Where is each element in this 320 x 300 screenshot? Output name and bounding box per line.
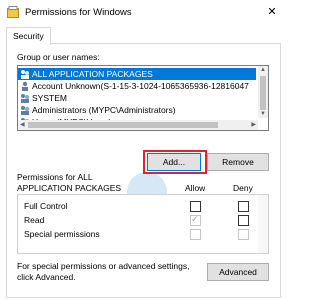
scrollbar-thumb[interactable] — [260, 76, 266, 110]
folder-icon — [7, 6, 19, 18]
close-button[interactable]: ✕ — [264, 5, 280, 19]
window-title: Permissions for Windows — [25, 7, 132, 18]
scroll-right-icon[interactable]: ▶ — [251, 121, 256, 128]
permission-name: Read — [24, 215, 45, 225]
advanced-button[interactable]: Advanced — [207, 263, 269, 281]
checkmark-icon: ✓ — [191, 214, 199, 224]
permissions-label-line1: Permissions for ALL — [17, 172, 93, 182]
horizontal-scrollbar[interactable]: ◀ ▶ — [18, 120, 258, 130]
footer-text-line2: click Advanced. — [17, 272, 76, 282]
group-icon — [21, 94, 29, 103]
permissions-scrollbar[interactable] — [258, 195, 268, 253]
scroll-up-icon[interactable]: ▲ — [260, 67, 266, 73]
allow-checkbox[interactable]: ✓ — [190, 214, 201, 226]
list-item[interactable]: Administrators (MYPC\Administrators) — [18, 104, 256, 116]
list-item[interactable]: Account Unknown(S-1-15-3-1024-1065365936… — [18, 80, 256, 92]
groups-label: Group or user names: — [17, 52, 100, 62]
deny-checkbox[interactable] — [238, 229, 249, 240]
remove-button[interactable]: Remove — [207, 153, 269, 171]
vertical-scrollbar[interactable]: ▲ ▼ — [258, 66, 268, 118]
list-item-label: Account Unknown(S-1-15-3-1024-1065365936… — [32, 81, 249, 91]
permissions-label-line2: APPLICATION PACKAGES — [17, 183, 122, 193]
groups-listbox[interactable]: ALL APPLICATION PACKAGES Account Unknown… — [17, 65, 269, 131]
list-item[interactable]: SYSTEM — [18, 92, 256, 104]
permission-row: Read ✓ — [18, 214, 268, 226]
security-panel: Group or user names: ALL APPLICATION PAC… — [6, 43, 281, 298]
group-icon — [21, 70, 29, 79]
footer-text-line1: For special permissions or advanced sett… — [17, 261, 190, 271]
scroll-left-icon[interactable]: ◀ — [20, 121, 25, 128]
allow-checkbox[interactable] — [190, 229, 201, 240]
permission-name: Full Control — [24, 201, 68, 211]
add-button[interactable]: Add... — [147, 153, 201, 171]
permission-row: Special permissions — [18, 228, 268, 240]
list-item-label: Administrators (MYPC\Administrators) — [32, 105, 176, 115]
user-icon — [22, 81, 28, 91]
title-bar: Permissions for Windows ✕ — [0, 0, 286, 25]
allow-header: Allow — [185, 183, 206, 193]
list-item-label: SYSTEM — [32, 93, 67, 103]
group-icon — [21, 106, 29, 115]
permissions-list: Full Control Read ✓ Special permissions — [17, 194, 269, 254]
allow-checkbox[interactable] — [190, 201, 201, 212]
tab-security[interactable]: Security — [6, 27, 51, 45]
list-item-label: ALL APPLICATION PACKAGES — [32, 69, 153, 79]
permission-name: Special permissions — [24, 229, 100, 239]
scroll-down-icon[interactable]: ▼ — [260, 111, 266, 117]
scrollbar-thumb[interactable] — [28, 122, 218, 128]
deny-checkbox[interactable] — [238, 215, 249, 226]
permission-row: Full Control — [18, 200, 268, 212]
deny-checkbox[interactable] — [238, 201, 249, 212]
deny-header: Deny — [233, 183, 253, 193]
list-item[interactable]: ALL APPLICATION PACKAGES — [18, 68, 256, 80]
